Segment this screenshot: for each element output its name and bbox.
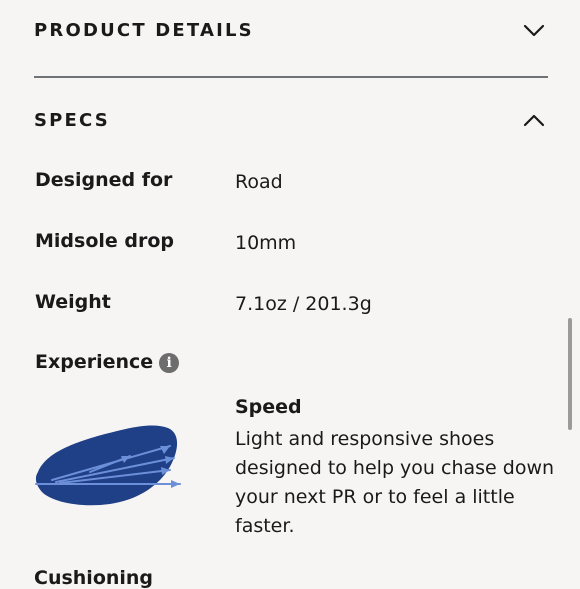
experience-label-text: Experience (35, 351, 154, 373)
experience-description: Light and responsive shoes designed to h… (235, 428, 555, 537)
chevron-up-icon[interactable] (522, 108, 546, 132)
scrollbar-thumb[interactable] (568, 318, 572, 430)
spec-value-weight: 7.1oz / 201.3g (235, 293, 372, 315)
spec-label-midsole-drop: Midsole drop (35, 230, 175, 252)
experience-label: Experience i (35, 351, 180, 373)
spec-value-designed-for: Road (235, 171, 283, 193)
info-icon[interactable]: i (159, 353, 180, 373)
product-details-header[interactable]: PRODUCT DETAILS (34, 18, 546, 42)
speed-shoe-illustration-icon (35, 425, 181, 506)
spec-label-designed-for: Designed for (35, 169, 173, 191)
product-details-title: PRODUCT DETAILS (34, 19, 254, 41)
experience-type-title: Speed (235, 396, 302, 418)
chevron-down-icon[interactable] (522, 18, 546, 42)
specs-title: SPECS (34, 109, 110, 131)
specs-header[interactable]: SPECS (34, 108, 546, 132)
cushioning-label: Cushioning (34, 567, 154, 589)
section-divider (34, 76, 548, 78)
spec-label-weight: Weight (35, 291, 111, 313)
spec-value-midsole-drop: 10mm (235, 232, 297, 254)
